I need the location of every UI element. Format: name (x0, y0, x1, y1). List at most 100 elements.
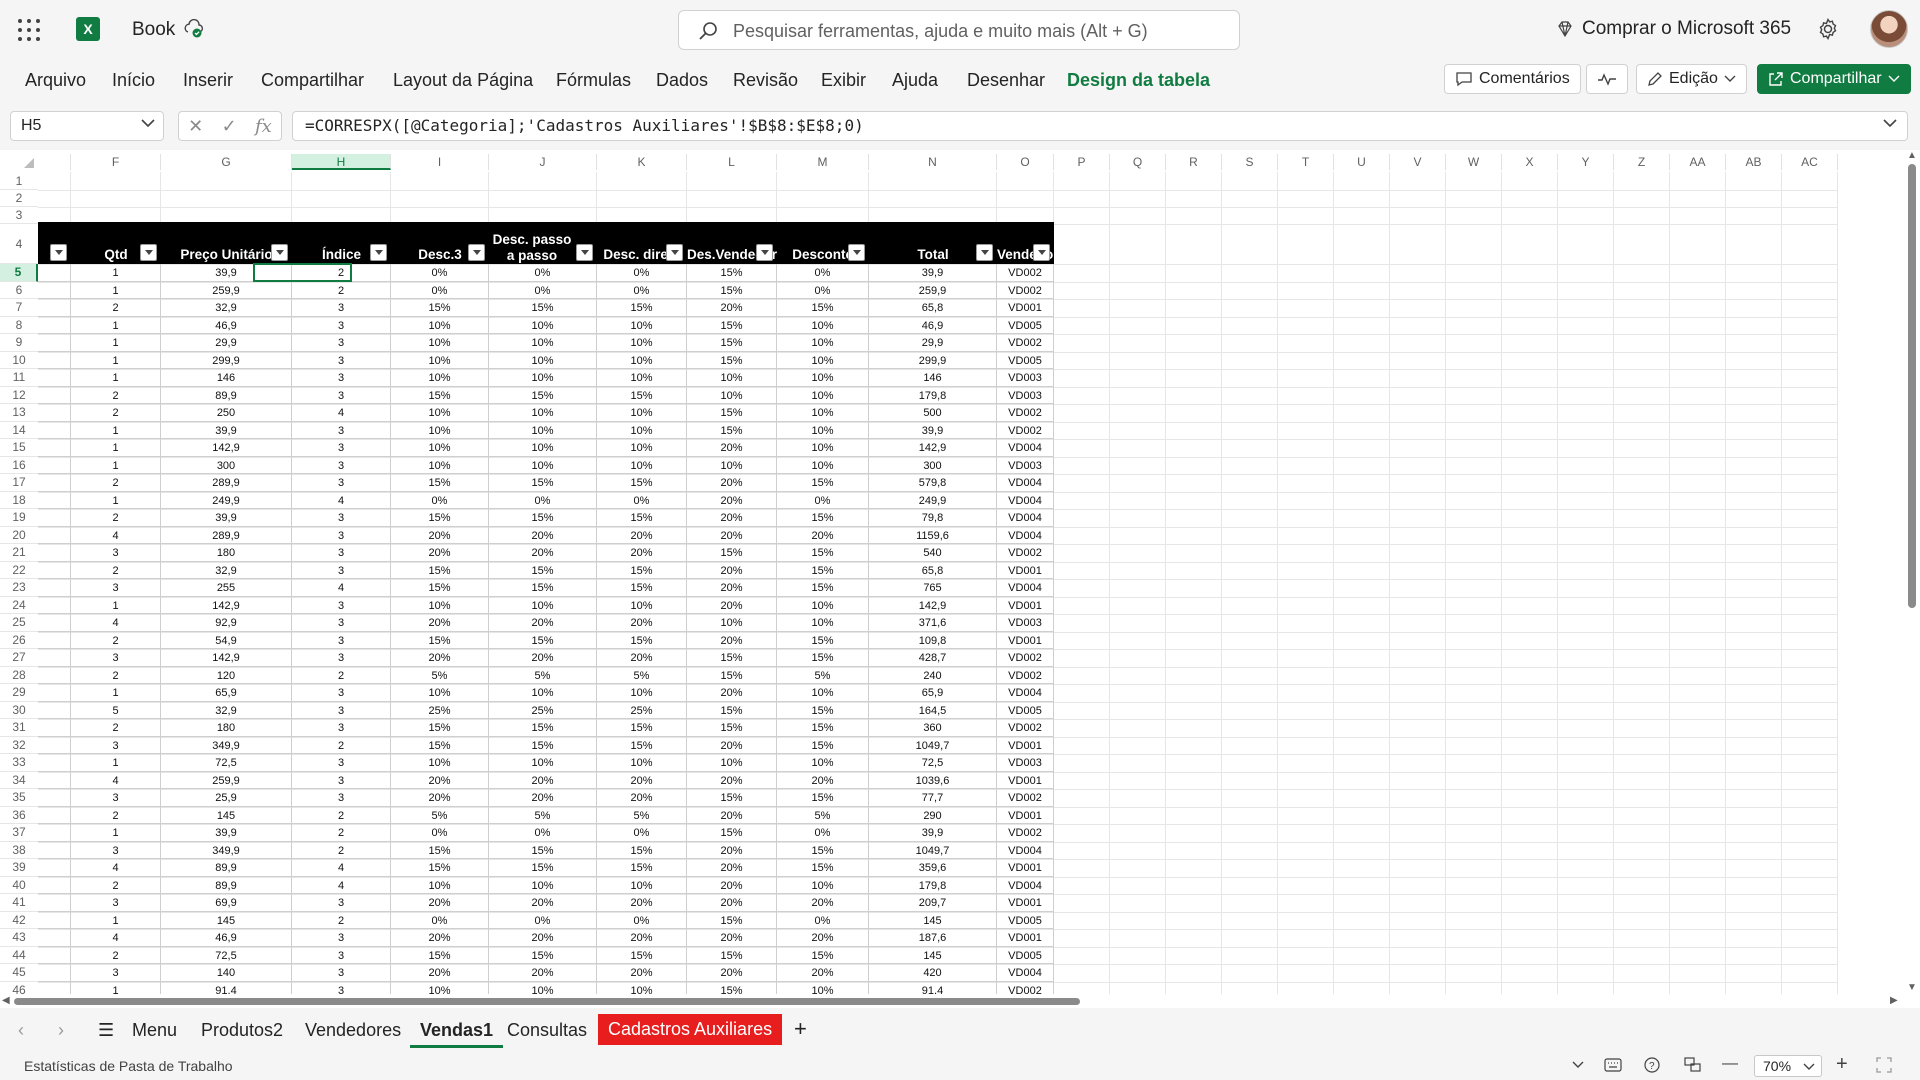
table-cell[interactable]: 10% (687, 754, 777, 771)
row-header-23[interactable]: 23 (0, 579, 38, 597)
row-header-34[interactable]: 34 (0, 771, 38, 789)
horizontal-scrollbar[interactable]: ◀ ▶ (0, 994, 1904, 1008)
table-cell[interactable]: 10% (597, 596, 687, 614)
table-cell[interactable]: 15% (777, 631, 869, 649)
table-cell[interactable]: 10% (777, 684, 869, 701)
table-cell[interactable]: 10% (489, 876, 597, 894)
table-cell[interactable]: 15% (489, 474, 597, 491)
sheet-tab-vendas1[interactable]: Vendas1 (410, 1016, 504, 1048)
table-cell[interactable]: 15% (391, 841, 489, 859)
table-cell[interactable] (38, 946, 71, 964)
row-header-14[interactable]: 14 (0, 421, 38, 439)
table-header-cell[interactable]: Des.Vendedor (687, 222, 777, 264)
table-cell[interactable]: 10% (489, 754, 597, 771)
table-cell[interactable]: 3 (292, 439, 391, 456)
table-cell[interactable]: 10% (777, 404, 869, 421)
table-cell[interactable]: 46,9 (161, 316, 292, 334)
table-cell[interactable]: VD001 (997, 596, 1054, 614)
prev-sheet-icon[interactable]: ‹ (8, 1016, 34, 1045)
table-cell[interactable]: 15% (687, 789, 777, 806)
table-cell[interactable]: 0% (597, 281, 687, 299)
row-header-40[interactable]: 40 (0, 876, 38, 894)
table-cell[interactable]: 10% (489, 439, 597, 456)
table-cell[interactable]: 3 (292, 456, 391, 474)
table-cell[interactable]: VD003 (997, 754, 1054, 771)
table-cell[interactable]: 20% (489, 894, 597, 911)
row-header-1[interactable]: 1 (0, 172, 38, 190)
sheet-tab-cadastros-auxiliares[interactable]: Cadastros Auxiliares (598, 1014, 783, 1045)
table-cell[interactable]: 3 (292, 561, 391, 579)
table-cell[interactable]: 1 (71, 684, 161, 701)
tab-design-da-tabela[interactable]: Design da tabela (1067, 70, 1210, 91)
table-cell[interactable]: 5% (489, 806, 597, 824)
table-cell[interactable]: 25% (597, 701, 687, 719)
row-header-19[interactable]: 19 (0, 509, 38, 527)
table-cell[interactable]: 15% (391, 561, 489, 579)
table-cell[interactable]: 3 (71, 736, 161, 754)
table-cell[interactable]: 15% (597, 736, 687, 754)
filter-dropdown-icon[interactable] (976, 244, 993, 261)
table-cell[interactable]: 360 (869, 719, 997, 736)
zoom-in-button[interactable]: + (1836, 1053, 1848, 1076)
table-cell[interactable] (38, 456, 71, 474)
table-cell[interactable]: 15% (777, 509, 869, 526)
table-cell[interactable] (38, 824, 71, 841)
table-cell[interactable]: 3 (292, 509, 391, 526)
filter-dropdown-icon[interactable] (576, 244, 593, 261)
table-cell[interactable]: 15% (687, 544, 777, 561)
table-cell[interactable]: 289,9 (161, 526, 292, 544)
table-cell[interactable]: 15% (777, 736, 869, 754)
table-cell[interactable]: 10% (777, 386, 869, 404)
table-cell[interactable]: 2 (71, 386, 161, 404)
row-header-21[interactable]: 21 (0, 544, 38, 562)
chevron-down-icon[interactable] (1572, 1061, 1584, 1069)
table-cell[interactable]: VD001 (997, 631, 1054, 649)
table-cell[interactable]: 3 (71, 964, 161, 981)
table-cell[interactable] (38, 491, 71, 509)
column-header-aa[interactable]: AA (1670, 154, 1726, 170)
table-cell[interactable]: VD004 (997, 876, 1054, 894)
table-cell[interactable]: 15% (391, 859, 489, 876)
table-cell[interactable]: 15% (687, 649, 777, 666)
table-cell[interactable]: 3 (292, 544, 391, 561)
workbook-title[interactable]: Book (132, 19, 175, 41)
table-cell[interactable]: 2 (71, 719, 161, 736)
table-cell[interactable]: 20% (489, 789, 597, 806)
table-cell[interactable]: 32,9 (161, 561, 292, 579)
table-cell[interactable]: 109,8 (869, 631, 997, 649)
table-cell[interactable]: 15% (489, 841, 597, 859)
filter-dropdown-icon[interactable] (468, 244, 485, 261)
table-cell[interactable]: 65,8 (869, 561, 997, 579)
table-cell[interactable]: 3 (292, 614, 391, 631)
table-cell[interactable]: 3 (292, 771, 391, 789)
table-cell[interactable]: 5% (777, 806, 869, 824)
table-cell[interactable]: 3 (292, 369, 391, 386)
table-cell[interactable]: VD002 (997, 824, 1054, 841)
table-cell[interactable] (38, 894, 71, 911)
table-cell[interactable] (38, 929, 71, 946)
table-cell[interactable]: 20% (391, 649, 489, 666)
table-cell[interactable]: 0% (597, 824, 687, 841)
table-cell[interactable]: 20% (687, 841, 777, 859)
table-cell[interactable]: 10% (777, 596, 869, 614)
name-box[interactable]: H5 (10, 111, 164, 141)
table-cell[interactable]: 0% (391, 264, 489, 281)
table-cell[interactable]: 3 (71, 579, 161, 596)
table-cell[interactable]: 0% (597, 491, 687, 509)
table-cell[interactable] (38, 509, 71, 526)
sheet-tab-consultas[interactable]: Consultas (497, 1016, 597, 1045)
table-header-cell[interactable]: Vendedor (997, 222, 1054, 264)
table-cell[interactable]: 371,6 (869, 614, 997, 631)
table-cell[interactable]: 20% (489, 614, 597, 631)
row-header-33[interactable]: 33 (0, 754, 38, 772)
table-cell[interactable] (38, 281, 71, 299)
table-cell[interactable]: 15% (489, 579, 597, 596)
table-cell[interactable]: VD004 (997, 509, 1054, 526)
tab-inserir[interactable]: Inserir (183, 70, 233, 91)
table-cell[interactable]: 1 (71, 281, 161, 299)
table-cell[interactable]: 20% (597, 771, 687, 789)
row-header-10[interactable]: 10 (0, 351, 38, 369)
table-cell[interactable]: 10% (777, 334, 869, 351)
table-cell[interactable]: 3 (292, 386, 391, 404)
table-cell[interactable]: 10% (391, 684, 489, 701)
